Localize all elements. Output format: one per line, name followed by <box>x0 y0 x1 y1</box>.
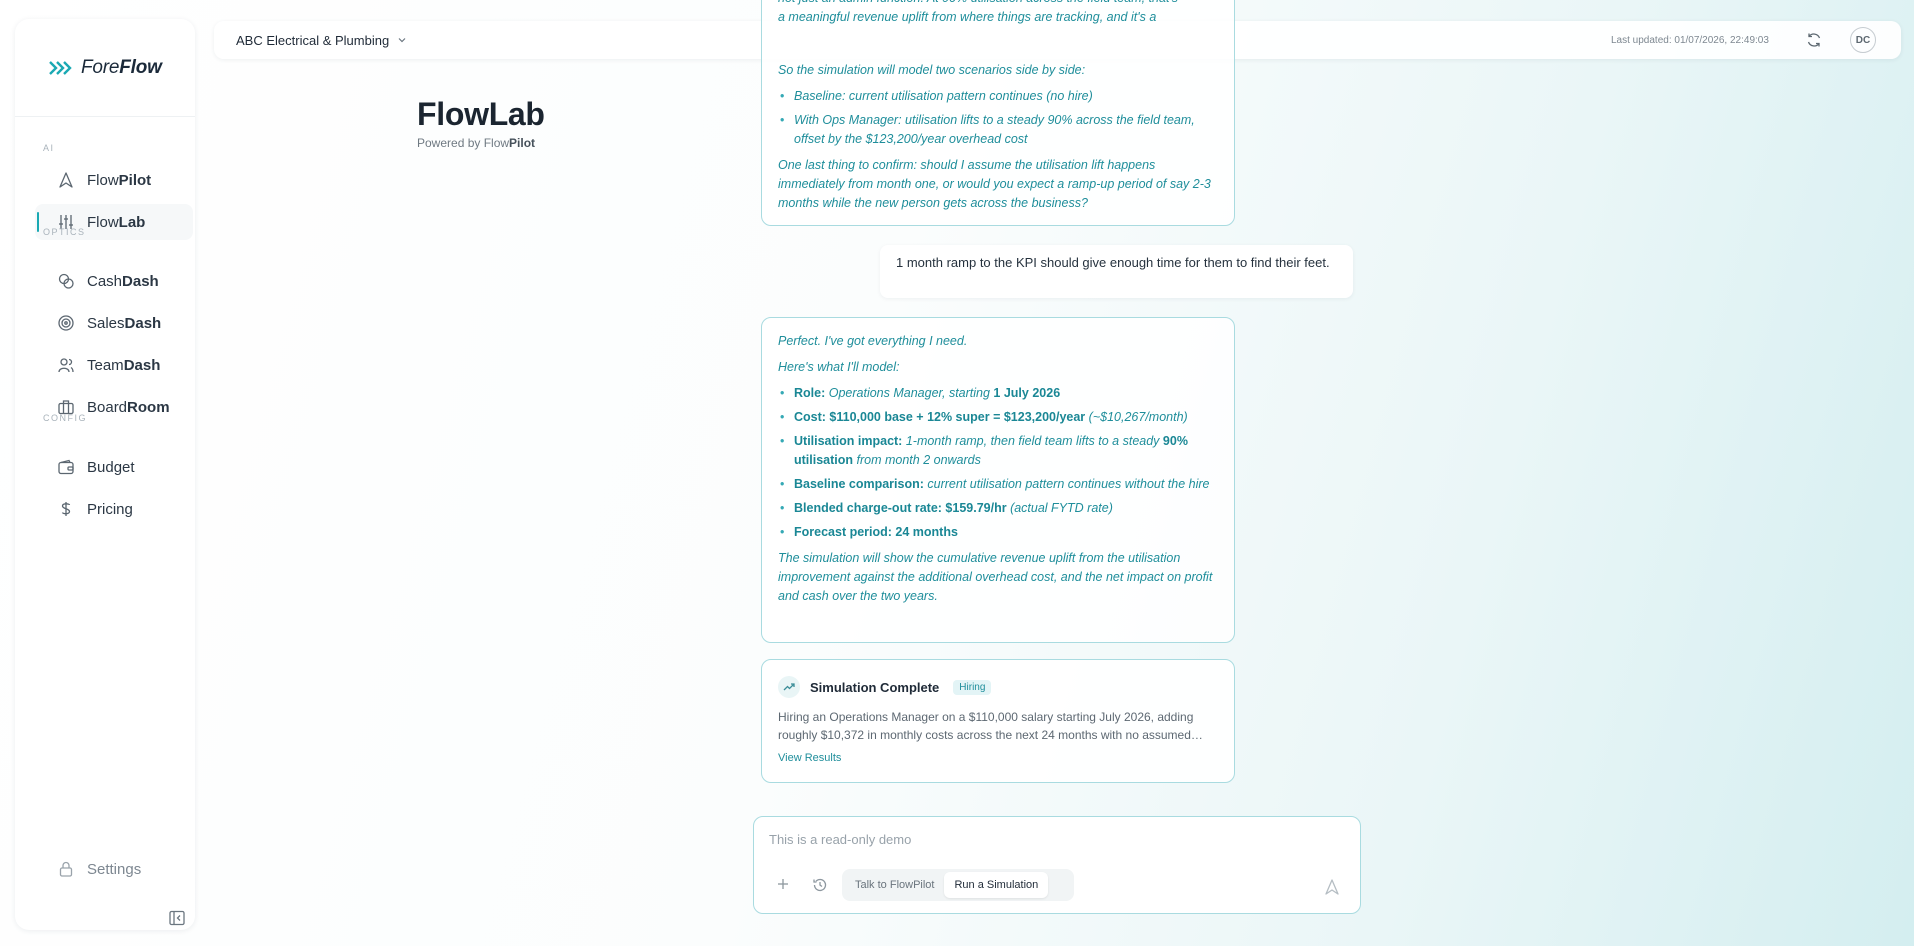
mode-switch: Talk to FlowPilot Run a Simulation <box>842 869 1074 901</box>
sidebar-item-label: TeamDash <box>87 356 161 374</box>
ai-text: a meaningful revenue uplift from where t… <box>778 10 1157 24</box>
list-item: Cost: $110,000 base + 12% super = $123,2… <box>778 408 1218 427</box>
logo-text: ForeFlow <box>81 57 162 78</box>
dollar-icon <box>57 500 75 518</box>
model-summary-list: Role: Operations Manager, starting 1 Jul… <box>778 384 1218 542</box>
last-updated: Last updated: 01/07/2026, 22:49:03 <box>1611 34 1769 46</box>
list-item: Forecast period: 24 months <box>778 523 1218 542</box>
history-icon[interactable] <box>812 877 828 893</box>
scenario-list: Baseline: current utilisation pattern co… <box>778 87 1218 149</box>
ai-text: So the simulation will model two scenari… <box>778 63 1086 77</box>
sidebar-item-teamdash[interactable]: TeamDash <box>35 347 193 383</box>
section-label-config: CONFIG <box>43 413 87 423</box>
divider <box>15 116 195 117</box>
message-input[interactable] <box>769 829 1329 849</box>
sidebar-item-label: SalesDash <box>87 314 162 332</box>
chevron-down-icon <box>397 33 407 48</box>
simulation-card: Simulation Complete Hiring Hiring an Ope… <box>761 659 1235 783</box>
sidebar-item-settings[interactable]: Settings <box>35 860 141 878</box>
user-message: 1 month ramp to the KPI should give enou… <box>880 245 1353 298</box>
wallet-icon <box>57 458 75 476</box>
settings-label: Settings <box>87 860 142 878</box>
sidebar-item-label: Budget <box>87 458 135 476</box>
list-item: Role: Operations Manager, starting 1 Jul… <box>778 384 1218 403</box>
refresh-icon[interactable] <box>1806 32 1822 48</box>
status-badge: Hiring <box>953 679 992 695</box>
page-title: FlowLab <box>417 96 545 132</box>
page-subtitle: Powered by FlowPilot <box>417 136 536 150</box>
message-composer: Talk to FlowPilot Run a Simulation <box>753 816 1361 914</box>
coins-icon <box>57 272 75 290</box>
run-simulation-button[interactable]: Run a Simulation <box>944 872 1049 898</box>
ai-text: Perfect. I've got everything I need. <box>778 334 968 348</box>
ai-text-faded <box>778 34 1218 53</box>
sidebar-item-flowpilot[interactable]: FlowPilot <box>35 162 193 198</box>
simulation-description: Hiring an Operations Manager on a $110,0… <box>778 710 1203 742</box>
sidebar-item-label: BoardRoom <box>87 398 170 416</box>
list-item: Blended charge-out rate: $159.79/hr (act… <box>778 499 1218 518</box>
pilot-icon <box>57 171 75 189</box>
ai-message: not just an admin function. At 90% utili… <box>761 0 1235 226</box>
sidebar-item-label: CashDash <box>87 272 159 290</box>
sidebar-item-label: Pricing <box>87 500 133 518</box>
talk-to-flowpilot-button[interactable]: Talk to FlowPilot <box>845 872 944 898</box>
list-item: With Ops Manager: utilisation lifts to a… <box>778 111 1218 149</box>
ai-question: One last thing to confirm: should I assu… <box>778 158 1211 210</box>
target-icon <box>57 314 75 332</box>
ai-text: not just an admin function. At 90% utili… <box>778 0 1218 8</box>
section-label-optics: OPTICS <box>43 227 86 237</box>
chevrons-logo-icon <box>49 61 75 75</box>
collapse-sidebar-icon[interactable] <box>169 910 185 926</box>
users-icon <box>57 356 75 374</box>
plus-icon[interactable] <box>776 877 790 896</box>
section-label-ai: AI <box>43 143 55 153</box>
list-item: Utilisation impact: 1-month ramp, then f… <box>778 432 1218 470</box>
sidebar-item-label: FlowPilot <box>87 171 152 189</box>
company-selector[interactable]: ABC Electrical & Plumbing <box>236 33 407 48</box>
sidebar-item-salesdash[interactable]: SalesDash <box>35 305 193 341</box>
lock-icon <box>57 860 75 878</box>
sidebar-item-pricing[interactable]: Pricing <box>35 491 193 527</box>
ai-message: Perfect. I've got everything I need. Her… <box>761 317 1235 643</box>
simulation-title: Simulation Complete <box>810 679 940 695</box>
view-results-link[interactable]: View Results <box>778 752 1218 764</box>
list-item: Baseline: current utilisation pattern co… <box>778 87 1218 106</box>
ai-text: The simulation will show the cumulative … <box>778 551 1213 603</box>
sidebar-item-cashdash[interactable]: CashDash <box>35 263 193 299</box>
send-icon[interactable] <box>1324 879 1340 900</box>
ai-text: Here's what I'll model: <box>778 360 900 374</box>
trending-up-icon <box>778 676 800 698</box>
sidebar: ForeFlow AI FlowPilot FlowLab OPTICS Cas… <box>15 19 195 930</box>
avatar[interactable]: DC <box>1850 27 1876 53</box>
company-name: ABC Electrical & Plumbing <box>236 32 390 48</box>
list-item: Baseline comparison: current utilisation… <box>778 475 1218 494</box>
sidebar-item-label: FlowLab <box>87 213 146 231</box>
foreflow-logo[interactable]: ForeFlow <box>49 57 162 79</box>
sidebar-item-budget[interactable]: Budget <box>35 449 193 485</box>
